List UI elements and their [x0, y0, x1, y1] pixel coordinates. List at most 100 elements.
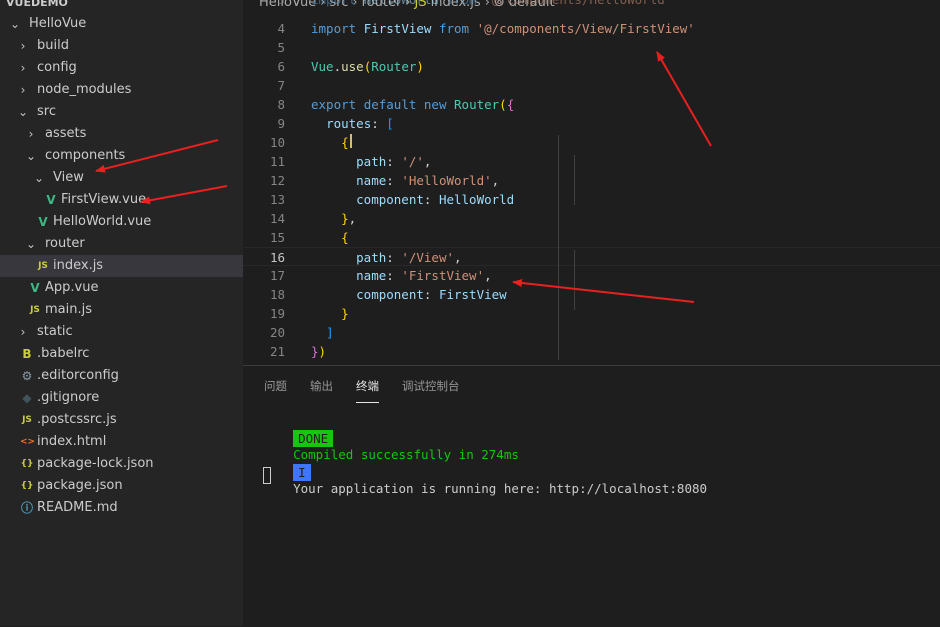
terminal-line-info: I Your application is running here: http…: [263, 449, 707, 511]
code-line[interactable]: 17 name: 'FirstView',: [243, 266, 940, 285]
code-token: FirstView: [363, 21, 432, 36]
explorer-root-title[interactable]: VUEDEMO: [6, 0, 68, 9]
chevron-down-icon[interactable]: ⌄: [8, 13, 22, 35]
code-line[interactable]: 12 name: 'HelloWorld',: [243, 171, 940, 190]
chevron-down-icon[interactable]: ⌄: [16, 101, 30, 123]
code-line[interactable]: 5: [243, 38, 940, 57]
code-line[interactable]: 19 }: [243, 304, 940, 323]
code-text: name: 'HelloWorld',: [311, 171, 499, 190]
panel-tab[interactable]: 调试控制台: [402, 378, 460, 402]
code-token: :: [386, 268, 402, 283]
tree-item[interactable]: {} package-lock.json: [0, 453, 243, 475]
tree-item-label: static: [37, 324, 73, 339]
chevron-down-icon[interactable]: ⌄: [32, 167, 46, 189]
code-line[interactable]: 16 path: '/View',: [243, 247, 940, 266]
code-line[interactable]: 4 import FirstView from '@/components/Vie…: [243, 19, 940, 38]
tree-item[interactable]: ◆ .gitignore: [0, 387, 243, 409]
code-line[interactable]: 20 ]: [243, 323, 940, 342]
tree-item[interactable]: › config: [0, 57, 243, 79]
code-token: '@/components/View/FirstView': [476, 21, 695, 36]
file-type-icon: {}: [20, 481, 34, 491]
code-text: {: [311, 133, 349, 152]
tree-item[interactable]: JS index.js: [0, 255, 243, 277]
tree-item[interactable]: ⚙ .editorconfig: [0, 365, 243, 387]
line-number: 3: [243, 0, 285, 9]
code-editor[interactable]: HelloVue › src › router › JS index.js › ⊚ default …: [243, 0, 940, 365]
panel-tab[interactable]: 问题: [264, 378, 287, 402]
file-type-icon: ⓘ: [20, 501, 33, 515]
chevron-right-icon[interactable]: ›: [24, 123, 38, 145]
tree-item[interactable]: JS .postcssrc.js: [0, 409, 243, 431]
code-line[interactable]: 11 path: '/',: [243, 152, 940, 171]
tree-item[interactable]: ⌄ router: [0, 233, 243, 255]
terminal-cursor[interactable]: [263, 467, 271, 484]
code-line[interactable]: 7: [243, 76, 940, 95]
code-line[interactable]: 9 routes: [: [243, 114, 940, 133]
chevron-right-icon[interactable]: ›: [16, 321, 30, 343]
code-token: ,: [491, 173, 500, 188]
code-text: {: [311, 228, 349, 247]
tree-item[interactable]: › static: [0, 321, 243, 343]
code-token: import: [311, 0, 356, 7]
tree-item[interactable]: JS main.js: [0, 299, 243, 321]
code-line[interactable]: 18 component: FirstView: [243, 285, 940, 304]
tree-item[interactable]: ⓘ README.md: [0, 497, 243, 519]
tree-item[interactable]: V App.vue: [0, 277, 243, 299]
tree-item[interactable]: V FirstView.vue: [0, 189, 243, 211]
panel-tab[interactable]: 终端: [356, 378, 379, 403]
code-token: ): [318, 344, 327, 359]
code-text: ]: [311, 323, 334, 342]
tree-item[interactable]: ⌄ src: [0, 101, 243, 123]
code-line[interactable]: 6 Vue.use(Router): [243, 57, 940, 76]
line-number: 16: [269, 250, 285, 265]
tree-item[interactable]: V HelloWorld.vue: [0, 211, 243, 233]
tree-item[interactable]: ⌄ components: [0, 145, 243, 167]
tree-item-label: .babelrc: [37, 346, 90, 361]
line-number: 13: [269, 192, 285, 207]
code-token: Router: [454, 97, 500, 112]
code-token: ,: [454, 250, 462, 265]
file-type-icon: <>: [20, 437, 36, 447]
tree-item[interactable]: › build: [0, 35, 243, 57]
tree-item-label: build: [37, 38, 69, 53]
chevron-right-icon[interactable]: ›: [16, 35, 30, 57]
chevron-down-icon[interactable]: ⌄: [24, 233, 38, 255]
code-token: HelloWorld: [438, 192, 515, 207]
tree-item-label: src: [37, 104, 56, 119]
code-token: {: [341, 230, 349, 245]
panel-tab[interactable]: 输出: [310, 378, 333, 402]
code-token: ]: [326, 325, 334, 340]
indent-guide-inner: [574, 250, 575, 310]
code-line[interactable]: 13 component: HelloWorld: [243, 190, 940, 209]
chevron-down-icon[interactable]: ⌄: [24, 145, 38, 167]
code-text: },: [311, 209, 356, 228]
code-line[interactable]: 14 },: [243, 209, 940, 228]
code-token: '/': [401, 154, 424, 169]
code-line[interactable]: 8 export default new Router({: [243, 95, 940, 114]
code-line[interactable]: 3 import HelloWorld from '@/components/He…: [243, 0, 940, 9]
tree-item[interactable]: <> index.html: [0, 431, 243, 453]
code-line[interactable]: 21}): [243, 342, 940, 361]
chevron-right-icon[interactable]: ›: [16, 79, 30, 101]
code-text: component: FirstView: [311, 285, 507, 304]
explorer-sidebar: VUEDEMO ⌄ HelloVue › build › config › node_modu…: [0, 0, 243, 626]
tree-item[interactable]: › assets: [0, 123, 243, 145]
tree-item[interactable]: › node_modules: [0, 79, 243, 101]
code-text: }: [311, 304, 349, 323]
chevron-right-icon[interactable]: ›: [16, 57, 30, 79]
line-number: 14: [269, 211, 285, 226]
code-line[interactable]: 10 {: [243, 133, 940, 152]
tree-item[interactable]: ⌄ View: [0, 167, 243, 189]
tree-item[interactable]: ⌄ HelloVue: [0, 13, 243, 35]
code-text: export default new Router({: [311, 95, 514, 114]
code-text: component: HelloWorld: [311, 190, 514, 209]
code-text: routes: [: [311, 114, 394, 133]
code-line[interactable]: 15 {: [243, 228, 940, 247]
tree-item-label: index.js: [53, 258, 104, 273]
file-type-icon: JS: [38, 261, 48, 271]
tree-item[interactable]: B .babelrc: [0, 343, 243, 365]
tree-item[interactable]: {} package.json: [0, 475, 243, 497]
